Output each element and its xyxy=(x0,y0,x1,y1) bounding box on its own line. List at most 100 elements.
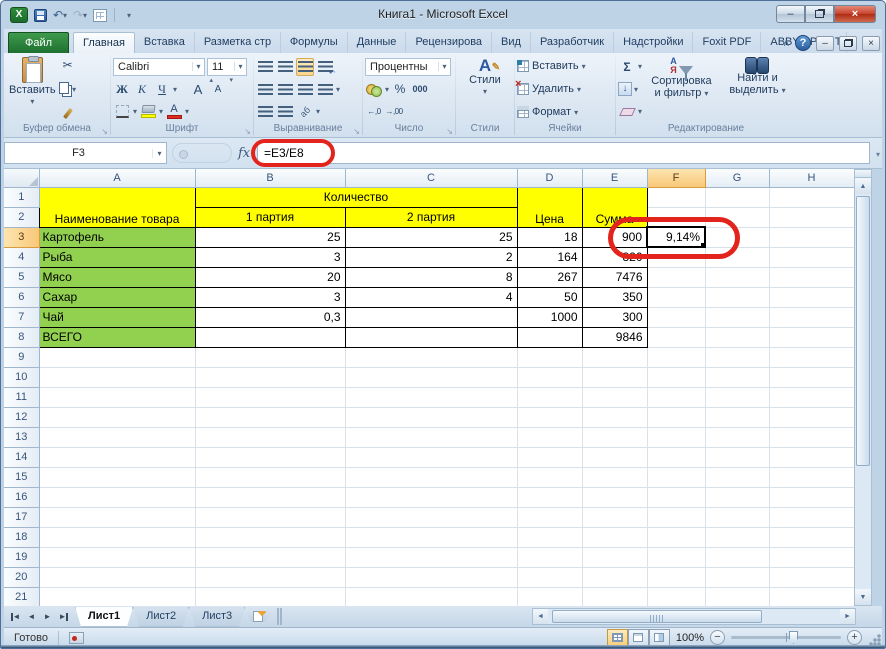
tab-Разработчик[interactable]: Разработчик xyxy=(531,32,614,53)
cell-E7[interactable]: 300 xyxy=(582,307,647,327)
namebox-splitter-handle[interactable] xyxy=(172,143,232,163)
cell-F7[interactable] xyxy=(647,307,705,327)
orientation-dropdown-icon[interactable]: ▾ xyxy=(316,107,320,116)
decrease-decimal-button[interactable]: →,00 xyxy=(385,103,403,121)
cell-E13[interactable] xyxy=(582,427,647,447)
cell-B4[interactable]: 3 xyxy=(195,247,345,267)
cell-G14[interactable] xyxy=(705,447,769,467)
cell-H7[interactable] xyxy=(769,307,854,327)
cell-C2[interactable]: 2 партия xyxy=(345,207,517,227)
borders-button[interactable] xyxy=(113,103,131,121)
row-header-2[interactable]: 2 xyxy=(4,207,39,227)
cell-H17[interactable] xyxy=(769,507,854,527)
cell-H8[interactable] xyxy=(769,327,854,347)
cell-B7[interactable]: 0,3 xyxy=(195,307,345,327)
page-break-view-button[interactable] xyxy=(649,629,670,646)
expand-formula-bar-icon[interactable]: ▾ xyxy=(876,150,880,159)
cell-H3[interactable] xyxy=(769,227,854,247)
cell-E19[interactable] xyxy=(582,547,647,567)
zoom-level-label[interactable]: 100% xyxy=(676,632,704,644)
cell-A15[interactable] xyxy=(39,467,195,487)
cell-G10[interactable] xyxy=(705,367,769,387)
cell-A1[interactable]: Наименование товара xyxy=(39,187,195,227)
cell-A19[interactable] xyxy=(39,547,195,567)
italic-button[interactable]: К xyxy=(133,80,151,98)
cell-A12[interactable] xyxy=(39,407,195,427)
zoom-slider-track[interactable] xyxy=(731,636,841,639)
cell-D12[interactable] xyxy=(517,407,582,427)
comma-style-button[interactable]: 000 xyxy=(411,80,429,98)
cell-G4[interactable] xyxy=(705,247,769,267)
cut-button[interactable]: ✂ xyxy=(59,56,77,74)
column-header-C[interactable]: C xyxy=(345,169,517,187)
merge-dropdown-icon[interactable]: ▾ xyxy=(336,85,340,94)
cell-C5[interactable]: 8 xyxy=(345,267,517,287)
cell-C17[interactable] xyxy=(345,507,517,527)
tab-Разметка стр[interactable]: Разметка стр xyxy=(195,32,281,53)
cell-D9[interactable] xyxy=(517,347,582,367)
align-middle-button[interactable] xyxy=(276,58,294,76)
cell-G19[interactable] xyxy=(705,547,769,567)
tab-Главная[interactable]: Главная xyxy=(73,32,135,53)
redo-button[interactable]: ↷▾ xyxy=(72,7,88,23)
cell-B3[interactable]: 25 xyxy=(195,227,345,247)
cell-G1[interactable] xyxy=(705,187,769,207)
sheet-tab-Лист3[interactable]: Лист3 xyxy=(189,607,245,627)
cell-D18[interactable] xyxy=(517,527,582,547)
cell-D20[interactable] xyxy=(517,567,582,587)
cell-A7[interactable]: Чай xyxy=(39,307,195,327)
horizontal-scrollbar[interactable]: ◄ ► xyxy=(532,608,856,625)
row-header-5[interactable]: 5 xyxy=(4,267,39,287)
cell-H20[interactable] xyxy=(769,567,854,587)
cell-B2[interactable]: 1 партия xyxy=(195,207,345,227)
cell-B15[interactable] xyxy=(195,467,345,487)
cell-G5[interactable] xyxy=(705,267,769,287)
cell-H14[interactable] xyxy=(769,447,854,467)
restore-button[interactable] xyxy=(805,5,834,23)
tab-Foxit PDF[interactable]: Foxit PDF xyxy=(693,32,761,53)
align-bottom-button[interactable] xyxy=(296,58,314,76)
cell-C6[interactable]: 4 xyxy=(345,287,517,307)
cell-E15[interactable] xyxy=(582,467,647,487)
cell-B10[interactable] xyxy=(195,367,345,387)
cell-D16[interactable] xyxy=(517,487,582,507)
row-header-3[interactable]: 3 xyxy=(4,227,39,247)
cell-H12[interactable] xyxy=(769,407,854,427)
column-header-B[interactable]: B xyxy=(195,169,345,187)
row-header-18[interactable]: 18 xyxy=(4,527,39,547)
cell-C4[interactable]: 2 xyxy=(345,247,517,267)
cell-C9[interactable] xyxy=(345,347,517,367)
cell-D17[interactable] xyxy=(517,507,582,527)
insert-cells-button[interactable]: Вставить▾ xyxy=(517,56,613,76)
cell-D3[interactable]: 18 xyxy=(517,227,582,247)
cell-H16[interactable] xyxy=(769,487,854,507)
cell-C18[interactable] xyxy=(345,527,517,547)
calc-sheet-button[interactable] xyxy=(92,7,108,23)
cell-C8[interactable] xyxy=(345,327,517,347)
accounting-format-button[interactable] xyxy=(365,80,383,98)
grow-font-button[interactable]: А▴ xyxy=(189,80,207,98)
cell-D15[interactable] xyxy=(517,467,582,487)
zoom-slider-thumb[interactable] xyxy=(789,631,798,644)
cell-C14[interactable] xyxy=(345,447,517,467)
cell-C15[interactable] xyxy=(345,467,517,487)
first-sheet-button[interactable]: ◄ xyxy=(8,609,23,624)
page-layout-view-button[interactable] xyxy=(628,629,649,646)
cell-E6[interactable]: 350 xyxy=(582,287,647,307)
cell-D14[interactable] xyxy=(517,447,582,467)
cell-F18[interactable] xyxy=(647,527,705,547)
cell-E9[interactable] xyxy=(582,347,647,367)
cell-C13[interactable] xyxy=(345,427,517,447)
cell-H9[interactable] xyxy=(769,347,854,367)
cell-G9[interactable] xyxy=(705,347,769,367)
cell-G7[interactable] xyxy=(705,307,769,327)
cell-E1[interactable]: Сумма xyxy=(582,187,647,227)
cell-F12[interactable] xyxy=(647,407,705,427)
formula-input[interactable]: =E3/E8 xyxy=(257,142,870,164)
row-header-11[interactable]: 11 xyxy=(4,387,39,407)
cell-F8[interactable] xyxy=(647,327,705,347)
minimize-button[interactable]: – xyxy=(776,5,805,23)
cell-B5[interactable]: 20 xyxy=(195,267,345,287)
cell-E11[interactable] xyxy=(582,387,647,407)
cell-F11[interactable] xyxy=(647,387,705,407)
